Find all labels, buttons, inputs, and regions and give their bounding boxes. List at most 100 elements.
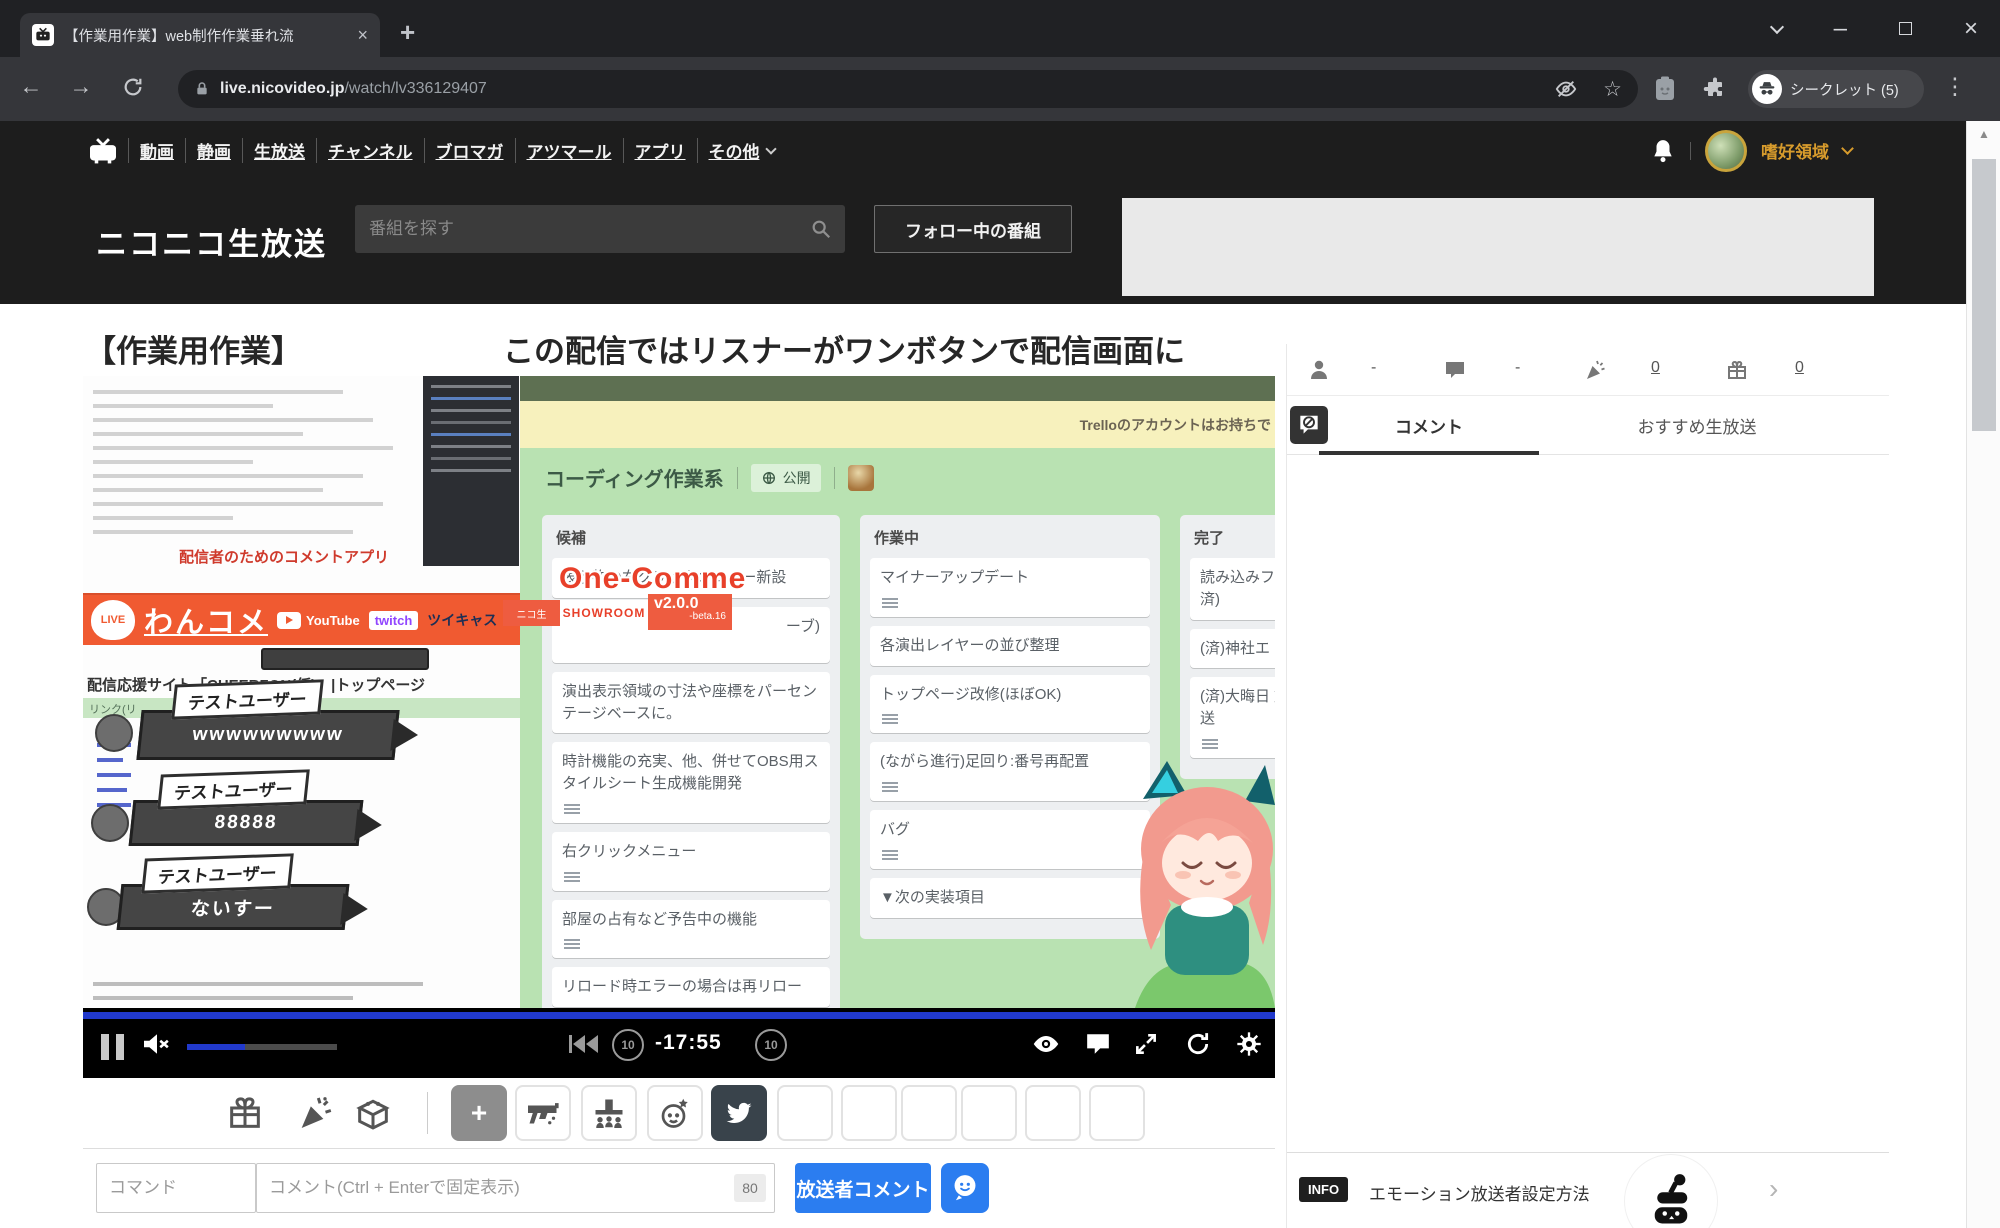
back-button[interactable]: ←	[14, 73, 48, 100]
comment-input[interactable]	[257, 1164, 774, 1212]
scrollbar-thumb[interactable]	[1972, 159, 1996, 431]
party-popper-icon[interactable]	[295, 1093, 335, 1138]
chevron-down-icon	[765, 143, 776, 154]
twitter-share-button[interactable]	[711, 1085, 767, 1141]
extensions-puzzle-icon[interactable]	[1698, 76, 1732, 106]
eye-off-icon[interactable]	[1555, 78, 1577, 100]
tab-close-icon[interactable]: ×	[357, 26, 368, 44]
incognito-badge[interactable]: シークレット (5)	[1748, 70, 1924, 108]
tab-title: 【作業用作業】web制作作業垂れ流	[64, 25, 349, 46]
comments-icon	[1443, 358, 1467, 387]
card-text: トップページ改修(ほぼOK)	[880, 686, 1061, 703]
nav-item-video[interactable]: 動画	[128, 138, 185, 163]
nav-item-other[interactable]: その他	[697, 138, 786, 163]
tab-recommended-live[interactable]: おすすめ生放送	[1587, 396, 1807, 455]
empty-emotion-slot[interactable]	[841, 1085, 897, 1141]
bell-icon[interactable]	[1650, 138, 1676, 164]
scrollbar-up-arrow[interactable]: ▲	[1967, 127, 2000, 141]
forward-10-button[interactable]: 10	[755, 1029, 787, 1061]
trello-card: (済)大晦日 放送	[1190, 677, 1275, 758]
gift-stat-icon	[1725, 358, 1749, 387]
header-user-area: 嗜好領域	[1650, 121, 1852, 180]
reload-stream-icon[interactable]	[1185, 1031, 1211, 1062]
comment-toggle-icon[interactable]	[1085, 1032, 1111, 1061]
browser-toolbar: ← → live.nicovideo.jp /watch/lv336129407…	[0, 57, 2000, 121]
emotion-count: 0	[1651, 359, 1660, 377]
viewers-count: -	[1371, 359, 1376, 377]
nav-item-app[interactable]: アプリ	[623, 138, 697, 163]
emotion-toolbar: +	[83, 1078, 1275, 1148]
empty-emotion-slot[interactable]	[1025, 1085, 1081, 1141]
page-scrollbar[interactable]: ▲	[1966, 121, 2000, 1228]
pause-button[interactable]	[101, 1034, 124, 1060]
command-field[interactable]	[96, 1163, 256, 1213]
nicovideo-page: 動画 静画 生放送 チャンネル ブロマガ アツマール アプリ その他 嗜好領域 …	[0, 121, 1966, 1228]
water-gun-emotion-button[interactable]	[515, 1085, 571, 1141]
visibility-eye-icon[interactable]	[1031, 1033, 1061, 1060]
close-window-button[interactable]: ×	[1964, 15, 1978, 43]
browser-tab[interactable]: 【作業用作業】web制作作業垂れ流 ×	[20, 13, 380, 57]
incognito-label: シークレット (5)	[1790, 79, 1899, 100]
video-player-surface[interactable]: 配信者のためのコメントアプリ LIVE わんコメ YouTube twitch …	[83, 376, 1275, 1008]
info-chevron-icon[interactable]: ›	[1769, 1173, 1778, 1205]
volume-slider[interactable]	[187, 1044, 337, 1050]
tab-search-chevron-icon[interactable]	[1770, 19, 1784, 33]
emoji-comment-button[interactable]	[941, 1163, 989, 1213]
empty-emotion-slot[interactable]	[901, 1085, 957, 1141]
surprise-box-icon[interactable]	[353, 1093, 393, 1138]
trello-column-kanryou: 完了 読み込みフォ 済) (済)神社エ (済)大晦日 放送	[1180, 515, 1275, 779]
panel-info-row[interactable]: INFO エモーション放送者設定方法 ›	[1287, 1152, 1889, 1228]
mascot-icon	[1625, 1155, 1717, 1228]
bookmark-star-icon[interactable]: ☆	[1603, 77, 1622, 102]
browser-titlebar: 【作業用作業】web制作作業垂れ流 × + – ×	[0, 0, 2000, 57]
nav-item-seiga[interactable]: 静画	[185, 138, 242, 163]
vtuber-character	[1115, 755, 1275, 1008]
user-name[interactable]: 嗜好領域	[1761, 138, 1829, 163]
trello-card: 各演出レイヤーの並び整理	[870, 626, 1150, 666]
add-emotion-button[interactable]: +	[451, 1085, 507, 1141]
user-menu-chevron-icon[interactable]	[1841, 142, 1854, 155]
forward-button[interactable]: →	[64, 73, 98, 100]
new-tab-button[interactable]: +	[400, 17, 415, 48]
user-avatar[interactable]	[1705, 130, 1747, 172]
following-programs-button[interactable]: フォロー中の番組	[874, 205, 1072, 253]
nav-item-channel[interactable]: チャンネル	[316, 138, 424, 163]
search-icon[interactable]	[797, 218, 845, 240]
info-text[interactable]: エモーション放送者設定方法	[1369, 1180, 1590, 1205]
face-star-emotion-button[interactable]	[647, 1085, 703, 1141]
podium-emotion-button[interactable]	[581, 1085, 637, 1141]
skip-to-start-icon[interactable]	[569, 1035, 599, 1058]
maximize-button[interactable]	[1899, 22, 1912, 35]
nicolive-logo[interactable]: ニコニコ生放送	[96, 219, 327, 264]
extension-screenshot-icon[interactable]	[1648, 76, 1682, 108]
rewind-10-button[interactable]: 10	[612, 1029, 644, 1061]
url-bar[interactable]: live.nicovideo.jp /watch/lv336129407 ☆	[178, 70, 1638, 108]
mute-button[interactable]	[141, 1031, 173, 1062]
search-input[interactable]	[355, 219, 797, 239]
seek-bar[interactable]	[83, 1012, 1275, 1019]
broadcaster-comment-button[interactable]: 放送者コメント	[795, 1163, 931, 1213]
settings-gear-icon[interactable]	[1235, 1030, 1263, 1063]
minimize-button[interactable]: –	[1834, 15, 1847, 43]
viewers-icon	[1307, 358, 1331, 387]
empty-emotion-slot[interactable]	[1089, 1085, 1145, 1141]
reload-button[interactable]	[116, 76, 150, 104]
niconico-favicon-icon	[32, 24, 54, 46]
empty-emotion-slot[interactable]	[777, 1085, 833, 1141]
nav-item-live[interactable]: 生放送	[242, 138, 316, 163]
browser-menu-icon[interactable]: ⋮	[1938, 73, 1972, 100]
fullscreen-icon[interactable]	[1133, 1031, 1159, 1062]
card-description-icon	[564, 939, 580, 941]
live-logo-icon: LIVE	[91, 600, 135, 640]
empty-emotion-slot[interactable]	[961, 1085, 1017, 1141]
board-divider	[737, 467, 738, 489]
playback-time: -17:55	[655, 1031, 722, 1055]
program-search-box[interactable]	[355, 205, 845, 253]
url-path: /watch/lv336129407	[344, 80, 486, 98]
gift-icon[interactable]	[225, 1093, 265, 1138]
nav-item-blomaga[interactable]: ブロマガ	[424, 138, 515, 163]
nav-item-atsumaru[interactable]: アツマール	[515, 138, 623, 163]
comment-field[interactable]: 80	[256, 1163, 775, 1213]
command-input[interactable]	[97, 1164, 255, 1212]
tab-comments[interactable]: コメント	[1319, 396, 1539, 455]
